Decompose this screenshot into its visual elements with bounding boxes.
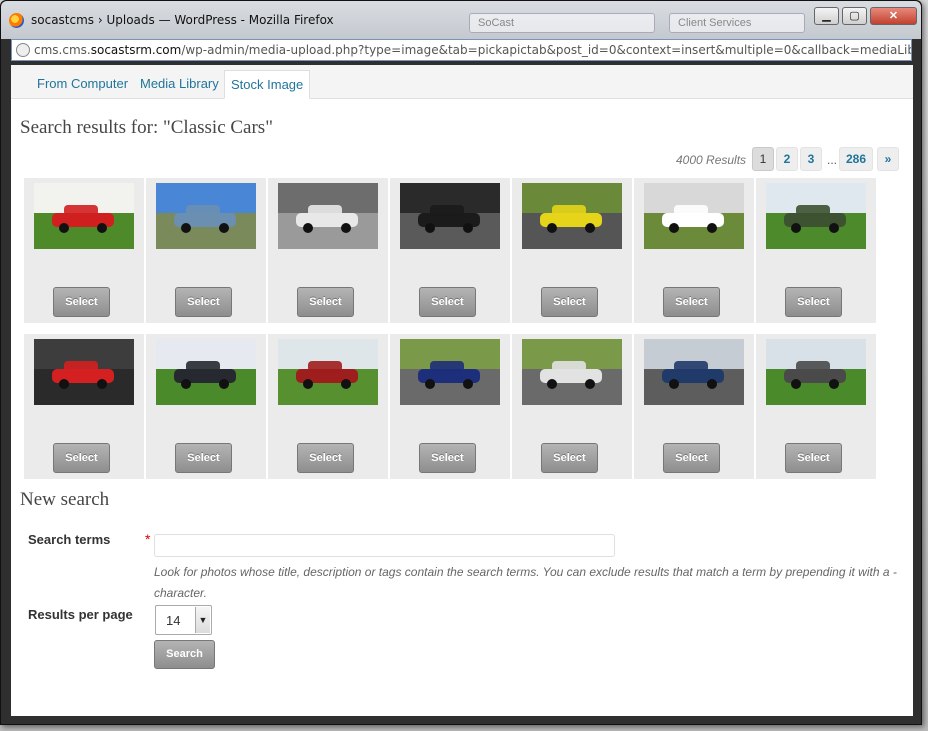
firefox-icon bbox=[9, 13, 24, 28]
required-mark: * bbox=[145, 531, 151, 547]
image-result: Select bbox=[634, 178, 754, 323]
thumbnail-dark-saloon-on-lawn bbox=[156, 339, 256, 405]
thumbnail-classic-cars-parked-row bbox=[644, 339, 744, 405]
tab-stock-image[interactable]: Stock Image bbox=[224, 70, 311, 99]
tab-media-library[interactable]: Media Library bbox=[134, 70, 225, 99]
search-terms-label: Search terms bbox=[28, 532, 111, 547]
media-upload-panel: From Computer Media Library Stock Image … bbox=[11, 65, 913, 716]
select-button[interactable]: Select bbox=[663, 287, 720, 317]
thumbnail-grey-classic-saloon bbox=[766, 339, 866, 405]
minimize-button[interactable]: ▁ bbox=[814, 7, 839, 25]
image-result: Select bbox=[268, 178, 388, 323]
thumbnail-red-sports-car-on-grass bbox=[34, 183, 134, 249]
thumbnail-formula-car-racing bbox=[400, 339, 500, 405]
close-button[interactable]: ✕ bbox=[870, 7, 917, 25]
select-button[interactable]: Select bbox=[175, 443, 232, 473]
select-button[interactable]: Select bbox=[53, 287, 110, 317]
select-button[interactable]: Select bbox=[297, 443, 354, 473]
thumbnail-white-finned-sedan bbox=[278, 183, 378, 249]
image-result: Select bbox=[756, 178, 876, 323]
image-result: Select bbox=[24, 334, 144, 479]
image-result: Select bbox=[390, 334, 510, 479]
thumbnail-red-vintage-car bbox=[278, 339, 378, 405]
title-bar: socastcms › Uploads — WordPress - Mozill… bbox=[1, 1, 921, 39]
select-button[interactable]: Select bbox=[663, 443, 720, 473]
address-bar[interactable]: cms.cms.socastsrm.com/wp-admin/media-upl… bbox=[11, 39, 912, 61]
image-result: Select bbox=[24, 178, 144, 323]
image-result: Select bbox=[756, 334, 876, 479]
search-terms-input[interactable] bbox=[154, 534, 615, 557]
page-next[interactable]: » bbox=[877, 147, 899, 171]
tab-bar: From Computer Media Library Stock Image bbox=[11, 65, 913, 99]
window-title: socastcms › Uploads — WordPress - Mozill… bbox=[31, 13, 334, 27]
tab-from-computer[interactable]: From Computer bbox=[31, 70, 134, 99]
thumbnail-green-land-rover bbox=[766, 183, 866, 249]
thumbnail-white-race-saloon bbox=[522, 339, 622, 405]
page-last[interactable]: 286 bbox=[839, 147, 874, 171]
select-button[interactable]: Select bbox=[785, 287, 842, 317]
results-per-page-value: 14 bbox=[166, 613, 181, 628]
url-path: /wp-admin/media-upload.php?type=image&ta… bbox=[181, 43, 911, 57]
select-button[interactable]: Select bbox=[419, 443, 476, 473]
page-link[interactable]: 2 bbox=[776, 147, 798, 171]
results-count: 4000 Results bbox=[676, 153, 747, 167]
thumbnail-yellow-race-car-on-track bbox=[522, 183, 622, 249]
thumbnail-formula-cars-on-track bbox=[644, 183, 744, 249]
image-result: Select bbox=[146, 334, 266, 479]
image-result: Select bbox=[390, 178, 510, 323]
chevron-down-icon[interactable]: ▼ bbox=[195, 607, 210, 633]
select-button[interactable]: Select bbox=[53, 443, 110, 473]
search-help-text: Look for photos whose title, description… bbox=[154, 565, 897, 600]
results-per-page-select[interactable]: 14 ▼ bbox=[155, 605, 212, 635]
image-result: Select bbox=[512, 334, 632, 479]
image-result: Select bbox=[268, 334, 388, 479]
background-field: Client Services bbox=[669, 13, 805, 33]
select-button[interactable]: Select bbox=[541, 287, 598, 317]
select-button[interactable]: Select bbox=[785, 443, 842, 473]
results-heading: Search results for: "Classic Cars" bbox=[20, 117, 273, 138]
image-result: Select bbox=[634, 334, 754, 479]
url-prefix: cms.cms. bbox=[34, 43, 91, 57]
background-field: SoCast bbox=[469, 13, 655, 33]
select-button[interactable]: Select bbox=[175, 287, 232, 317]
new-search-heading: New search bbox=[20, 489, 110, 510]
search-button[interactable]: Search bbox=[154, 640, 215, 669]
thumbnail-red-convertible-near-castle bbox=[34, 339, 134, 405]
select-button[interactable]: Select bbox=[297, 287, 354, 317]
page-link[interactable]: 3 bbox=[800, 147, 822, 171]
image-result: Select bbox=[146, 178, 266, 323]
page-ellipsis: ... bbox=[827, 153, 838, 167]
select-button[interactable]: Select bbox=[419, 287, 476, 317]
results-per-page-label: Results per page bbox=[28, 607, 133, 622]
page-current: 1 bbox=[752, 147, 774, 171]
maximize-button[interactable]: ▢ bbox=[842, 7, 867, 25]
globe-icon bbox=[16, 43, 30, 57]
browser-window: socastcms › Uploads — WordPress - Mozill… bbox=[0, 0, 922, 725]
select-button[interactable]: Select bbox=[541, 443, 598, 473]
thumbnail-blue-saloon-car bbox=[156, 183, 256, 249]
thumbnail-black-classic-car-in-garage bbox=[400, 183, 500, 249]
url-domain: socastsrm.com bbox=[90, 43, 182, 57]
image-result: Select bbox=[512, 178, 632, 323]
